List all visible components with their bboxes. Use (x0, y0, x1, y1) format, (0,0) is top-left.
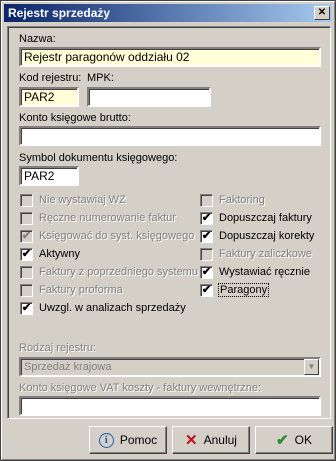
checkbox-label: Wystawiać ręcznie (219, 266, 310, 278)
checkbox-box[interactable] (200, 247, 213, 261)
cancel-button[interactable]: ✕ Anuluj (172, 426, 250, 454)
rodzaj-rejestru-select[interactable]: Sprzedaż krajowa ▼ (19, 357, 321, 377)
checkbox-label: Dopuszczaj faktury (219, 212, 312, 224)
info-icon: i (98, 432, 114, 448)
symbol-label: Symbol dokumentu księgowego: (19, 152, 178, 164)
help-label: Pomoc (119, 433, 158, 447)
check-icon: ✔ (276, 431, 289, 449)
close-icon[interactable]: ✕ (314, 6, 330, 20)
check-mark-icon[interactable]: ✔ (200, 283, 213, 297)
mpk-label: MPK: (87, 72, 114, 84)
checkbox-label: Faktury zaliczkowe (219, 248, 312, 260)
konto-vat-field[interactable] (19, 396, 321, 416)
checkbox-wystawiac-recznie[interactable]: ✔ Wystawiać ręcznie (200, 264, 310, 280)
checkbox-aktywny[interactable]: ✔ Aktywny (20, 246, 80, 262)
check-mark-icon[interactable]: ✔ (200, 265, 213, 279)
checkbox-box[interactable] (20, 193, 33, 207)
checkbox-label: Uwzgl. w analizach sprzedaży (39, 302, 186, 314)
kod-rejestru-label: Kod rejestru: (19, 72, 82, 84)
konto-brutto-label: Konto księgowe brutto: (19, 112, 131, 124)
window-title: Rejestr sprzedaży (8, 6, 111, 20)
check-mark-icon[interactable]: ✔ (20, 301, 33, 315)
check-mark-icon[interactable]: ✔ (20, 229, 33, 243)
cancel-label: Anuluj (203, 433, 237, 447)
checkbox-box[interactable] (20, 265, 33, 279)
checkbox-label: Dopuszczaj korekty (219, 230, 315, 242)
title-bar: Rejestr sprzedaży ✕ (4, 4, 332, 22)
help-button[interactable]: i Pomoc (89, 426, 167, 454)
checkbox-label: Aktywny (39, 248, 80, 260)
rodzaj-rejestru-value: Sprzedaż krajowa (24, 361, 112, 373)
checkbox-label: Paragony (217, 283, 270, 297)
ok-button[interactable]: ✔ OK (255, 426, 333, 454)
check-mark-icon[interactable]: ✔ (200, 229, 213, 243)
ok-label: OK (294, 433, 312, 447)
dialog-window: Rejestr sprzedaży ✕ Nazwa: Rejestr parag… (0, 0, 336, 461)
checkbox-box[interactable] (20, 283, 33, 297)
checkbox-paragony[interactable]: ✔ Paragony (200, 282, 270, 298)
checkbox-label: Księgować do syst. księgowego (39, 230, 195, 242)
checkbox-label: Faktoring (219, 194, 265, 206)
checkbox-dopuszczaj-korekty[interactable]: ✔ Dopuszczaj korekty (200, 228, 314, 244)
konto-brutto-field[interactable] (19, 126, 321, 146)
chevron-down-icon[interactable]: ▼ (304, 359, 319, 375)
mpk-field[interactable] (87, 87, 211, 107)
konto-vat-label: Konto księgowe VAT koszty - faktury wewn… (19, 382, 262, 394)
check-mark-icon[interactable]: ✔ (200, 211, 213, 225)
nazwa-label: Nazwa: (19, 33, 56, 45)
symbol-field[interactable]: PAR2 (19, 166, 79, 186)
checkbox-uwzgl-w-analizach[interactable]: ✔ Uwzgl. w analizach sprzedaży (20, 300, 186, 316)
checkbox-label: Faktury z poprzedniego systemu (39, 266, 198, 278)
checkbox-faktoring[interactable]: Faktoring (200, 192, 265, 208)
checkbox-ksiegowac[interactable]: ✔ Księgować do syst. księgowego (20, 228, 194, 244)
checkbox-box[interactable] (20, 211, 33, 225)
checkbox-label: Faktury proforma (39, 284, 123, 296)
checkbox-dopuszczaj-faktury[interactable]: ✔ Dopuszczaj faktury (200, 210, 312, 226)
check-mark-icon[interactable]: ✔ (20, 247, 33, 261)
rodzaj-rejestru-label: Rodzaj rejestru: (19, 342, 97, 354)
checkbox-label: Nie wystawiaj WZ (39, 194, 126, 206)
checkbox-faktury-z-poprzedniego[interactable]: Faktury z poprzedniego systemu (20, 264, 198, 280)
checkbox-label: Ręczne numerowanie faktur (39, 212, 176, 224)
checkbox-reczne-numerowanie[interactable]: Ręczne numerowanie faktur (20, 210, 176, 226)
cancel-icon: ✕ (185, 431, 198, 449)
nazwa-field[interactable]: Rejestr paragonów oddziału 02 (19, 47, 321, 67)
checkbox-faktury-zaliczkowe[interactable]: Faktury zaliczkowe (200, 246, 312, 262)
kod-rejestru-field[interactable]: PAR2 (19, 87, 79, 107)
checkbox-nie-wystawiaj-wz[interactable]: Nie wystawiaj WZ (20, 192, 126, 208)
checkbox-faktury-proforma[interactable]: Faktury proforma (20, 282, 123, 298)
checkbox-box[interactable] (200, 193, 213, 207)
